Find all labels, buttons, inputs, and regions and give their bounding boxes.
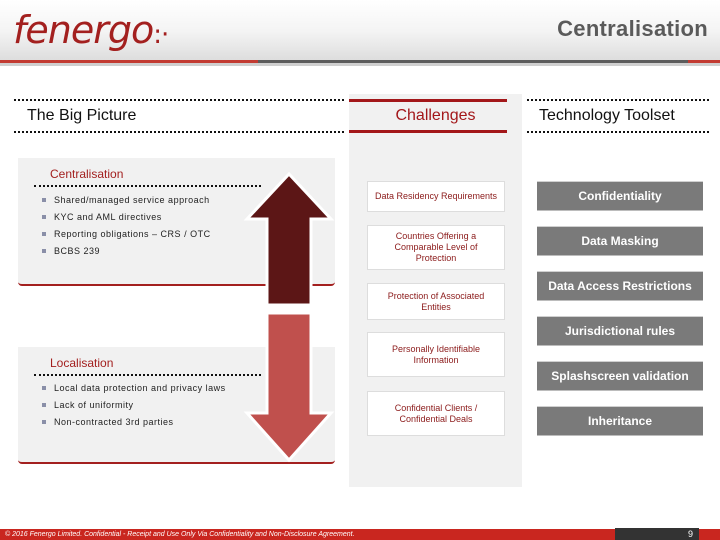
header-rule-shadow (0, 63, 720, 66)
list-item: Local data protection and privacy laws (40, 383, 226, 393)
challenge-card: Personally Identifiable Information (367, 332, 505, 377)
challenge-card: Data Residency Requirements (367, 181, 505, 212)
toolset-item: Jurisdictional rules (537, 316, 703, 346)
fenergo-logo: fenergo:· (13, 6, 169, 59)
logo-text: fenergo (13, 8, 154, 52)
centralisation-title: Centralisation (50, 167, 124, 181)
challenges-heading: Challenges (395, 107, 476, 124)
toolset-item: Splashscreen validation (537, 361, 703, 391)
localisation-title: Localisation (50, 356, 114, 370)
toolset-rule-bottom (527, 131, 709, 133)
list-item: BCBS 239 (40, 246, 211, 256)
slide-header: fenergo:· Centralisation (0, 0, 720, 62)
localisation-rule (34, 374, 261, 376)
big-picture-rule-top (14, 99, 344, 101)
centralisation-list: Shared/managed service approach KYC and … (40, 195, 211, 263)
footer-bar: © 2016 Fenergo Limited. Confidential - R… (0, 529, 720, 540)
list-item: Reporting obligations – CRS / OTC (40, 229, 211, 239)
toolset-rule-top (527, 99, 709, 101)
challenges-rule-bottom (349, 130, 507, 133)
list-item: Non-contracted 3rd parties (40, 417, 226, 427)
arrow-down-icon (243, 311, 335, 463)
toolset-heading: Technology Toolset (539, 107, 675, 124)
slide-title: Centralisation (557, 16, 708, 41)
toolset-item: Inheritance (537, 406, 703, 436)
confidentiality-notice: © 2016 Fenergo Limited. Confidential - R… (5, 531, 355, 538)
list-item: KYC and AML directives (40, 212, 211, 222)
toolset-item: Data Access Restrictions (537, 271, 703, 301)
centralisation-rule (34, 185, 261, 187)
big-picture-heading: The Big Picture (27, 107, 137, 124)
list-item: Shared/managed service approach (40, 195, 211, 205)
toolset-item: Data Masking (537, 226, 703, 256)
challenge-card: Countries Offering a Comparable Level of… (367, 225, 505, 270)
challenge-card: Protection of Associated Entities (367, 283, 505, 320)
challenges-rule-top (349, 99, 507, 102)
logo-mark-icon: :· (153, 20, 169, 50)
challenge-card: Confidential Clients / Confidential Deal… (367, 391, 505, 436)
page-number: 9 (615, 528, 699, 540)
big-picture-rule-bottom (14, 131, 344, 133)
arrow-up-icon (243, 172, 335, 307)
list-item: Lack of uniformity (40, 400, 226, 410)
toolset-item: Confidentiality (537, 181, 703, 211)
localisation-list: Local data protection and privacy laws L… (40, 383, 226, 434)
